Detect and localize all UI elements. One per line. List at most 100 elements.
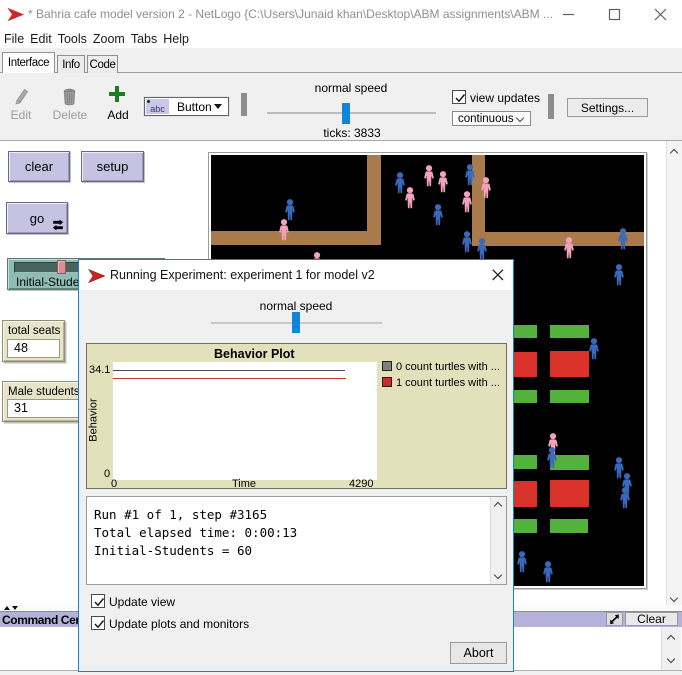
tab-interface[interactable]: Interface [2,52,55,73]
edit-pencil-icon[interactable] [13,87,30,106]
edit-button-label[interactable]: Edit [11,108,32,122]
slider-handle[interactable] [57,260,66,274]
plot-line-series-1 [113,378,346,380]
console-scroll-up-icon[interactable] [494,502,502,510]
go-button-label: go [30,211,44,226]
update-plots-checkbox[interactable] [91,616,105,630]
dialog-netlogo-icon [88,269,106,283]
x-max-label: 4290 [349,478,373,490]
netlogo-window: * Bahria cafe model version 2 - NetLogo … [0,0,682,675]
widget-type-select[interactable]: abc Button [144,97,229,116]
detach-button[interactable] [606,612,623,626]
student-female [562,237,576,259]
expand-down-icon[interactable] [12,606,18,610]
dialog-close-icon[interactable] [492,269,504,281]
forever-icon [52,219,64,231]
console-line: Run #1 of 1, step #3165 [94,507,267,522]
menu-edit[interactable]: Edit [27,32,55,46]
console-scrollbar[interactable] [490,497,506,584]
monitor-value: 31 [14,401,28,415]
seat-red [550,351,589,377]
tab-info[interactable]: Info [57,55,85,73]
seat-green [550,390,589,403]
console-line: Total elapsed time: 0:00:13 [94,525,297,540]
plot-area [113,362,377,480]
setup-button[interactable]: setup [81,151,144,182]
seat-green [550,325,589,338]
scroll-down-icon[interactable] [670,594,678,602]
student-male [283,199,297,221]
settings-button[interactable]: Settings... [567,98,648,117]
menu-help[interactable]: Help [160,32,192,46]
console-line: Initial-Students = 60 [94,543,252,558]
canvas-vertical-scrollbar[interactable] [666,141,682,605]
command-scroll-down-icon[interactable] [667,655,675,663]
scroll-up-icon[interactable] [670,149,678,157]
menu-file[interactable]: File [1,32,27,46]
command-scroll-up-icon[interactable] [667,635,675,643]
update-mode-arrow-icon [516,114,524,122]
command-clear-button[interactable]: Clear [625,612,678,626]
student-female [479,177,493,199]
monitor-label: total seats [8,325,60,337]
widget-select-arrow-icon [214,104,222,109]
maximize-button[interactable] [591,0,637,29]
abort-button[interactable]: Abort [450,642,507,664]
cafe-wall [211,231,380,245]
student-male [515,551,529,573]
student-female [460,191,474,213]
update-mode-value: continuous [458,113,514,125]
close-button[interactable] [637,0,682,29]
view-updates-checkbox[interactable] [452,90,466,104]
delete-trash-icon[interactable] [61,87,78,106]
menu-bar: File Edit Tools Zoom Tabs Help [0,29,682,48]
x-min-label: 0 [111,478,117,490]
student-male [431,204,445,226]
menu-zoom[interactable]: Zoom [90,32,128,46]
update-mode-select[interactable]: continuous [452,111,531,126]
title-bar: * Bahria cafe model version 2 - NetLogo … [0,0,682,29]
add-plus-icon[interactable] [109,86,125,102]
clear-button[interactable]: clear [8,151,70,182]
experiment-console[interactable]: Run #1 of 1, step #3165 Total elapsed ti… [86,496,507,585]
tab-code[interactable]: Code [87,55,118,73]
legend-label-1: 1 count turtles with ... [396,377,500,389]
add-button-label[interactable]: Add [107,108,128,122]
y-min-label: 0 [104,468,110,480]
legend-swatch-0 [382,361,392,371]
legend-swatch-1 [382,377,392,387]
collapse-up-icon[interactable] [4,606,10,610]
student-male [541,561,555,583]
dialog-title: Running Experiment: experiment 1 for mod… [110,268,375,282]
command-output-scrollbar[interactable] [661,627,681,670]
menu-tabs[interactable]: Tabs [128,32,160,46]
student-male [587,338,601,360]
update-plots-label: Update plots and monitors [109,617,249,631]
widget-abc-icon: abc [146,99,169,114]
detach-arrows-icon [608,614,621,625]
cafe-wall [367,155,381,245]
monitor-label: Male students [8,386,80,398]
student-male [616,228,630,250]
student-male [618,487,632,509]
widget-type-value: Button [177,100,214,114]
x-axis-label: Time [232,478,256,490]
update-view-label: Update view [109,595,175,609]
update-view-checkbox[interactable] [91,594,105,608]
toolbar-separator-2 [548,94,554,119]
delete-button-label[interactable]: Delete [53,108,88,122]
window-title: * Bahria cafe model version 2 - NetLogo … [28,7,553,21]
minimize-button[interactable] [545,0,591,29]
speed-slider-track[interactable] [267,112,436,114]
seat-red [550,480,589,507]
running-experiment-dialog: Running Experiment: experiment 1 for mod… [78,259,514,672]
console-scroll-down-icon[interactable] [494,571,502,579]
view-updates-label: view updates [470,91,540,105]
menu-tools[interactable]: Tools [55,32,90,46]
speed-slider-thumb[interactable] [342,103,350,124]
student-male [463,164,477,186]
netlogo-logo-icon [7,7,25,22]
go-button[interactable]: go [6,202,68,234]
total-seats-monitor: total seats 48 [2,320,65,362]
dialog-speed-thumb[interactable] [292,312,300,333]
